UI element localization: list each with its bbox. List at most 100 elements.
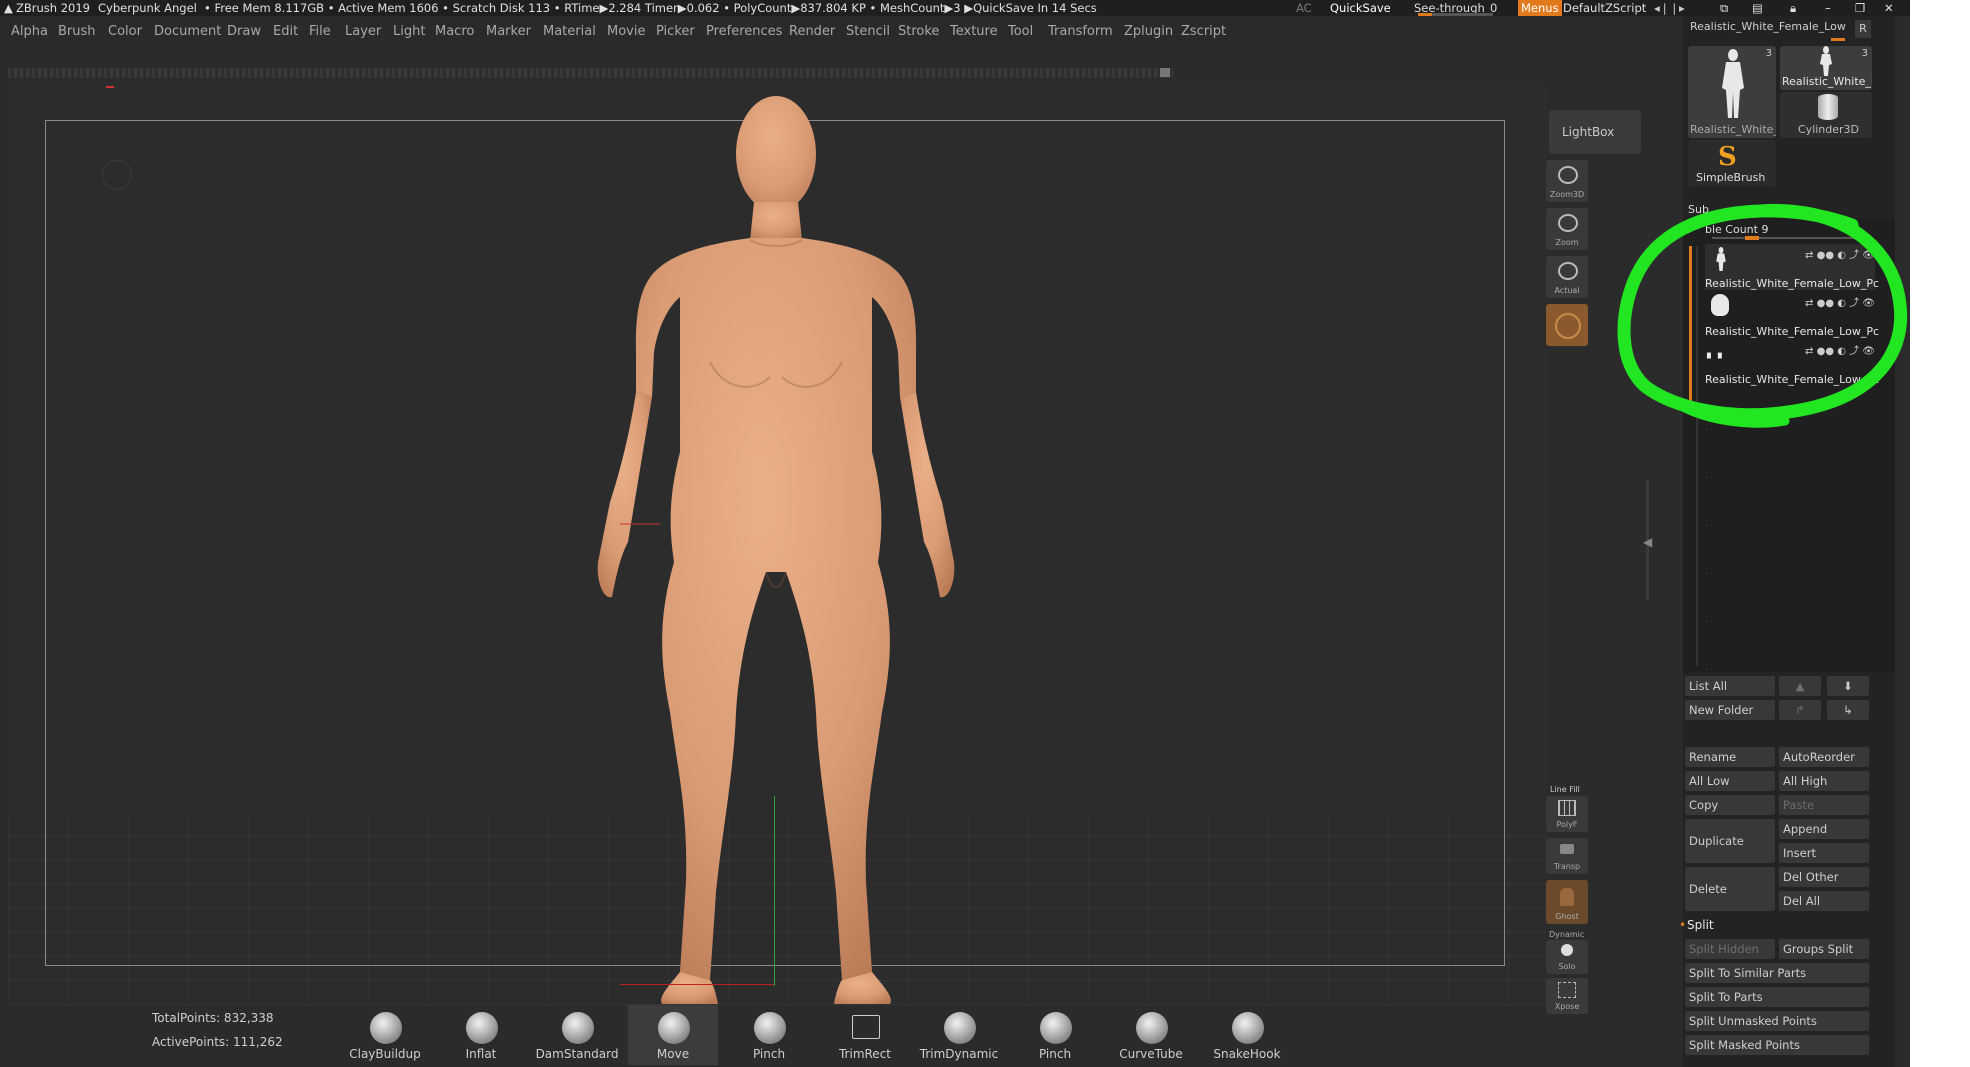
lightbox-button[interactable]: LightBox [1549,110,1641,154]
list-all-button[interactable]: List All [1685,676,1775,696]
menu-transform[interactable]: Transform [1048,24,1113,39]
split-masked-points-button[interactable]: Split Masked Points [1685,1035,1869,1055]
tool-thumb-cylinder3d[interactable]: Cylinder3D [1780,92,1872,138]
minimize-icon[interactable]: – [1825,1,1831,15]
tool-thumb-simplebrush[interactable]: S SimpleBrush [1688,140,1776,186]
pinch-brush-icon [754,1012,786,1044]
current-tool-name[interactable]: Realistic_White_Female_Low [1690,20,1846,33]
restore-icon[interactable]: ❐ [1855,1,1865,15]
shelf-handle[interactable] [1160,68,1170,77]
menu-tool[interactable]: Tool [1008,24,1033,39]
folder-arrow-icon: ↱ [1795,703,1805,717]
default-zscript-button[interactable]: DefaultZScript [1563,1,1646,15]
insert-button[interactable]: Insert [1779,843,1869,863]
delete-button[interactable]: Delete [1685,867,1775,911]
menu-movie[interactable]: Movie [607,24,645,39]
brush-damstandard[interactable]: DamStandard [532,1005,622,1065]
project-name: Cyberpunk Angel [98,1,197,15]
menu-marker[interactable]: Marker [486,24,531,39]
menu-texture[interactable]: Texture [950,24,998,39]
menu-document[interactable]: Document [154,24,221,39]
menus-toggle[interactable]: Menus [1518,0,1562,16]
folder-out-button[interactable]: ↱ [1779,700,1821,720]
menu-light[interactable]: Light [393,24,425,39]
tool-r-button[interactable]: R [1855,20,1871,38]
menu-file[interactable]: File [309,24,331,39]
brush-move[interactable]: Move [628,1005,718,1065]
menu-stroke[interactable]: Stroke [898,24,939,39]
close-icon[interactable]: ✕ [1884,1,1894,15]
dynamic-label: Dynamic [1549,930,1585,939]
menu-render[interactable]: Render [789,24,835,39]
split-to-similar-parts-button[interactable]: Split To Similar Parts [1685,963,1869,983]
total-points: TotalPoints: 832,338 [152,1011,274,1025]
transp-button[interactable]: Transp [1546,838,1588,874]
ghost-button[interactable]: Ghost [1546,880,1588,924]
copy-button[interactable]: Copy [1685,795,1775,815]
brush-trimrect[interactable]: TrimRect [820,1005,910,1065]
menu-alpha[interactable]: Alpha [11,24,48,39]
groups-split-button[interactable]: Groups Split [1779,939,1869,959]
zoom-button[interactable]: Zoom [1546,208,1588,250]
menu-draw[interactable]: Draw [227,24,261,39]
actual-button[interactable]: Actual [1546,256,1588,298]
subtool-empty-slots [1706,410,1707,670]
solo-icon [1561,944,1573,956]
y-axis-gizmo [774,796,775,986]
menu-zplugin[interactable]: Zplugin [1124,24,1173,39]
duplicate-button[interactable]: Duplicate [1685,819,1775,863]
app-title: ZBrush 2019 [16,1,90,15]
autoreorder-button[interactable]: AutoReorder [1779,747,1869,767]
new-folder-button[interactable]: New Folder [1685,700,1775,720]
x-axis-gizmo [620,984,774,985]
xpose-button[interactable]: Xpose [1546,978,1588,1014]
female-base-mesh[interactable] [540,92,1000,1004]
window-layout-icon[interactable]: ⧉ [1720,1,1728,16]
solo-button[interactable]: Solo [1546,940,1588,974]
lock-icon[interactable]: 🔒︎ [1790,1,1796,16]
polyf-button[interactable]: PolyF [1546,796,1588,832]
material-button[interactable] [1546,304,1588,346]
split-to-parts-button[interactable]: Split To Parts [1685,987,1869,1007]
zoom3d-button[interactable]: Zoom3D [1546,160,1588,202]
split-unmasked-points-button[interactable]: Split Unmasked Points [1685,1011,1869,1031]
menu-material[interactable]: Material [543,24,596,39]
tool-thumb-female-2[interactable]: 3 Realistic_White_F [1780,46,1872,90]
brush-pinch-2[interactable]: Pinch [1010,1005,1100,1065]
layout-arrows-icon[interactable]: ◂❘❘▸ [1654,1,1685,15]
all-high-button[interactable]: All High [1779,771,1869,791]
tool-slider-knob[interactable] [1831,38,1845,41]
menu-zscript[interactable]: Zscript [1181,24,1226,39]
tool-thumb-female-1[interactable]: 3 Realistic_White_F [1688,46,1776,138]
split-section-header[interactable]: Split [1687,918,1714,932]
brush-trimdynamic[interactable]: TrimDynamic [914,1005,1004,1065]
paste-button[interactable]: Paste [1779,795,1869,815]
menu-layer[interactable]: Layer [345,24,381,39]
layout-icon[interactable]: ▤ [1752,1,1763,15]
all-low-button[interactable]: All Low [1685,771,1775,791]
brush-snakehook[interactable]: SnakeHook [1202,1005,1292,1065]
move-up-button[interactable]: ▲ [1779,676,1821,696]
menu-brush[interactable]: Brush [58,24,96,39]
menu-preferences[interactable]: Preferences [706,24,782,39]
menu-color[interactable]: Color [108,24,142,39]
del-other-button[interactable]: Del Other [1779,867,1869,887]
split-hidden-button[interactable]: Split Hidden [1685,939,1775,959]
quicksave-button[interactable]: QuickSave [1330,1,1391,15]
menu-edit[interactable]: Edit [273,24,298,39]
brush-claybuildup[interactable]: ClayBuildup [340,1005,430,1065]
brush-inflat[interactable]: Inflat [436,1005,526,1065]
see-through-slider[interactable] [1418,13,1493,16]
brush-pinch[interactable]: Pinch [724,1005,814,1065]
claybuildup-brush-icon [370,1012,402,1044]
move-down-button[interactable]: ⬇ [1827,676,1869,696]
menu-picker[interactable]: Picker [656,24,695,39]
menu-stencil[interactable]: Stencil [846,24,890,39]
menu-macro[interactable]: Macro [435,24,474,39]
brush-curvetube[interactable]: CurveTube [1106,1005,1196,1065]
del-all-button[interactable]: Del All [1779,891,1869,911]
rename-button[interactable]: Rename [1685,747,1775,767]
append-button[interactable]: Append [1779,819,1869,839]
collapse-arrow-icon[interactable]: ◀ [1643,535,1652,549]
folder-in-button[interactable]: ↳ [1827,700,1869,720]
